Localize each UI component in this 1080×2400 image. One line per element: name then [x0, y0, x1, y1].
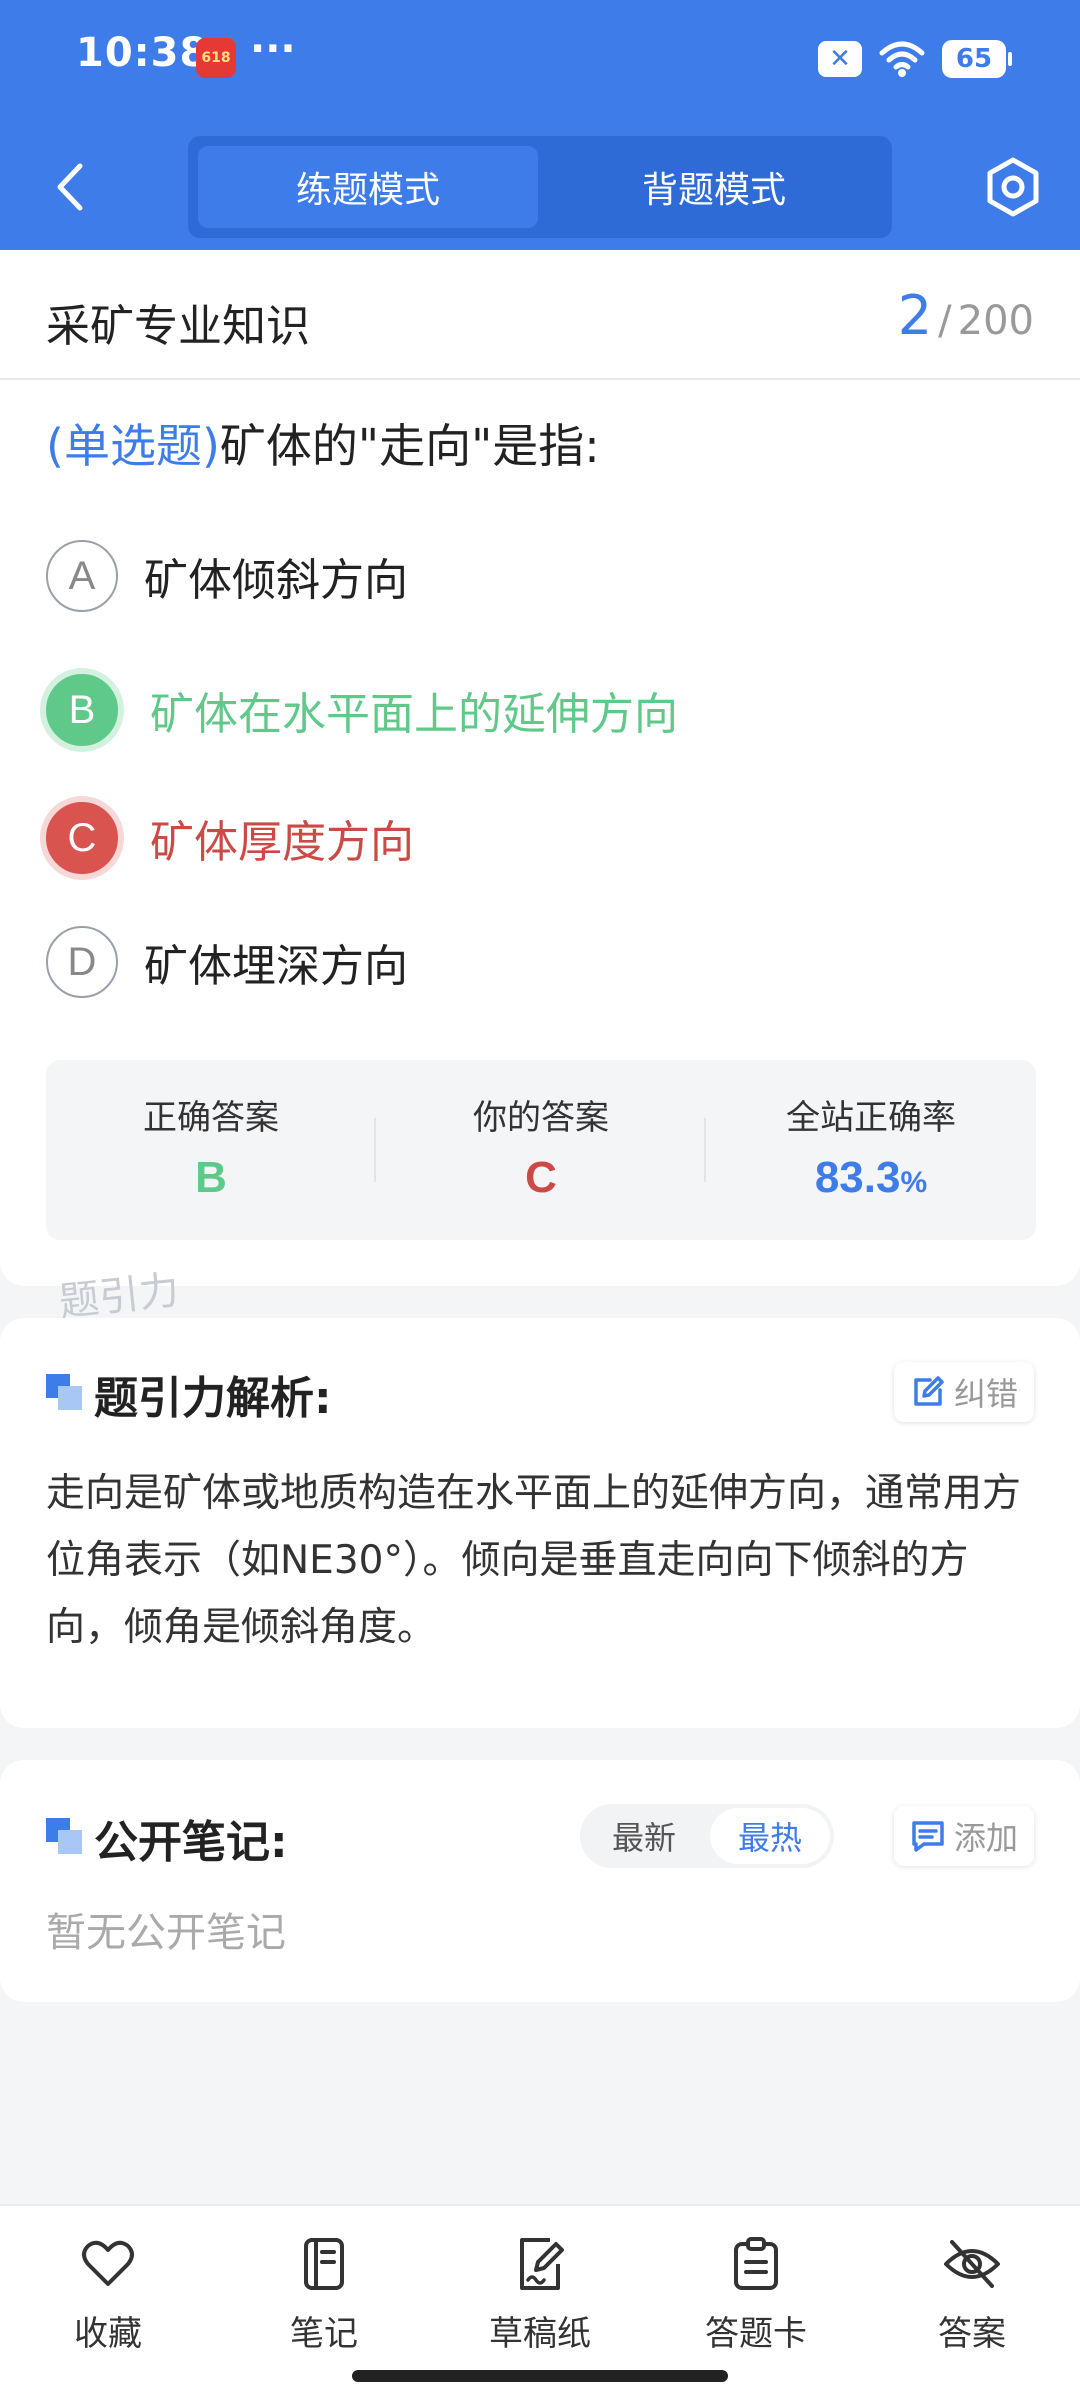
option-b[interactable]: B 矿体在水平面上的延伸方向: [40, 662, 678, 758]
your-answer-value: C: [525, 1153, 557, 1202]
option-text: 矿体倾斜方向: [144, 555, 408, 606]
sort-hottest[interactable]: 最热: [710, 1808, 830, 1864]
tab-practice-mode[interactable]: 练题模式: [198, 146, 538, 228]
progress-separator: /: [938, 298, 952, 344]
current-question-number: 2: [897, 284, 933, 347]
option-letter: D: [46, 926, 118, 998]
question-stem: 矿体的"走向"是指:: [219, 419, 600, 473]
option-text: 矿体在水平面上的延伸方向: [150, 689, 678, 740]
tab-memorize-mode[interactable]: 背题模式: [544, 146, 884, 228]
accuracy-number: 83.3: [814, 1153, 901, 1202]
option-letter: C: [40, 796, 124, 880]
question-progress[interactable]: 2 / 200: [898, 284, 1034, 347]
home-indicator[interactable]: [352, 2370, 728, 2382]
subject-title: 采矿专业知识: [46, 301, 310, 352]
section-square-icon: [46, 1818, 82, 1854]
edit-icon: [914, 1376, 944, 1406]
site-accuracy-label: 全站正确率: [786, 1098, 956, 1138]
tab-label: 答题卡: [705, 2314, 807, 2354]
tab-draft[interactable]: 草稿纸: [460, 2234, 620, 2355]
more-notifications-icon: ···: [250, 26, 296, 72]
report-error-button[interactable]: 纠错: [893, 1362, 1034, 1422]
notes-sort-switch: 最新 最热: [580, 1804, 834, 1868]
correct-answer: 正确答案 B: [46, 1060, 376, 1240]
analysis-card: 题引力解析: 纠错 走向是矿体或地质构造在水平面上的延伸方向，通常用方位角表示（…: [0, 1318, 1080, 1728]
mode-switch: 练题模式 背题模式: [188, 136, 892, 238]
status-time: 10:38: [76, 30, 209, 76]
option-letter: B: [40, 668, 124, 752]
tab-favorite[interactable]: 收藏: [28, 2234, 188, 2355]
tab-label: 收藏: [74, 2314, 142, 2354]
site-accuracy-value: 83.3%: [706, 1153, 1036, 1203]
analysis-text: 走向是矿体或地质构造在水平面上的延伸方向，通常用方位角表示（如NE30°）。倾向…: [46, 1471, 1022, 1650]
question-type: (单选题): [46, 419, 220, 473]
back-icon[interactable]: [46, 158, 96, 216]
status-indicators: ✕ 65: [818, 36, 1012, 82]
battery-icon: 65: [942, 40, 1012, 78]
question-text: (单选题)矿体的"走向"是指:: [46, 410, 600, 476]
answer-summary: 正确答案 B 你的答案 C 全站正确率 83.3%: [46, 1060, 1036, 1240]
report-error-label: 纠错: [953, 1375, 1018, 1413]
site-accuracy: 全站正确率 83.3%: [706, 1060, 1036, 1240]
section-square-icon: [46, 1374, 82, 1410]
add-note-label: 添加: [953, 1819, 1018, 1857]
accuracy-unit: %: [900, 1166, 928, 1199]
option-text: 矿体埋深方向: [144, 941, 408, 992]
eye-off-icon: [944, 2240, 1000, 2288]
sort-latest[interactable]: 最新: [584, 1808, 704, 1864]
app-header: 10:38 618 ··· ✕ 65 练题模式 背题模式: [0, 0, 1080, 250]
status-bar: 10:38 618 ··· ✕ 65: [0, 0, 1080, 120]
app-badge-icon: 618: [196, 38, 236, 78]
question-card: (单选题)矿体的"走向"是指: A 矿体倾斜方向 B 矿体在水平面上的延伸方向 …: [0, 380, 1080, 1286]
option-d[interactable]: D 矿体埋深方向: [46, 922, 408, 1002]
tab-answer[interactable]: 答案: [892, 2234, 1052, 2355]
no-sim-icon: ✕: [818, 41, 862, 77]
option-letter: A: [46, 540, 118, 612]
notes-title: 公开笔记:: [94, 1817, 288, 1868]
option-text: 矿体厚度方向: [150, 817, 414, 868]
your-answer: 你的答案 C: [376, 1060, 706, 1240]
empty-notes-text: 暂无公开笔记: [46, 1910, 286, 1956]
correct-answer-label: 正确答案: [143, 1098, 279, 1138]
tab-answer-card[interactable]: 答题卡: [676, 2234, 836, 2355]
option-c[interactable]: C 矿体厚度方向: [40, 790, 414, 886]
tab-notes[interactable]: 笔记: [244, 2234, 404, 2355]
comment-icon: [912, 1821, 944, 1852]
your-answer-label: 你的答案: [473, 1098, 609, 1138]
correct-answer-value: B: [195, 1153, 227, 1202]
tab-label: 答案: [938, 2314, 1006, 2354]
notebook-icon: [304, 2238, 344, 2290]
settings-icon[interactable]: [980, 154, 1046, 220]
public-notes-card: 公开笔记: 最新 最热 添加 暂无公开笔记: [0, 1760, 1080, 2002]
wifi-icon: [879, 41, 925, 77]
option-a[interactable]: A 矿体倾斜方向: [46, 536, 408, 616]
tab-label: 草稿纸: [489, 2314, 591, 2354]
analysis-title: 题引力解析:: [94, 1373, 332, 1424]
draft-icon: [520, 2238, 564, 2290]
tab-label: 笔记: [290, 2314, 358, 2354]
total-questions: 200: [957, 298, 1034, 344]
add-note-button[interactable]: 添加: [893, 1806, 1034, 1866]
answer-card-icon: [734, 2237, 778, 2290]
subject-bar: 采矿专业知识 2 / 200: [0, 250, 1080, 380]
heart-icon: [82, 2240, 134, 2286]
nav-bar: 练题模式 背题模式: [0, 132, 1080, 242]
